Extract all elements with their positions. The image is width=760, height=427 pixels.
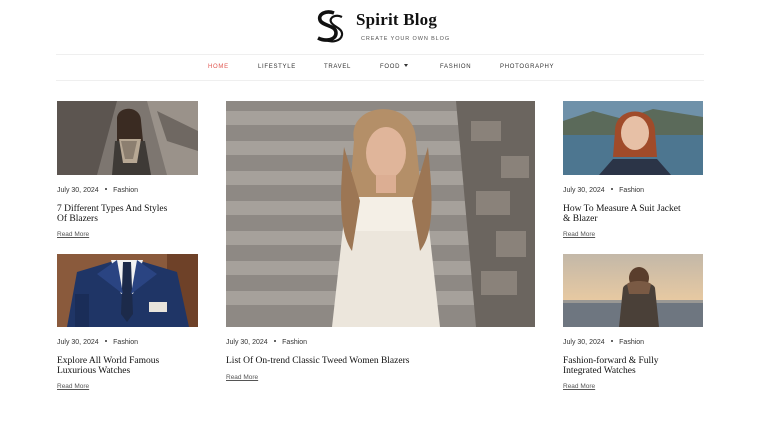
nav-item-fashion[interactable]: FASHION (440, 64, 471, 70)
post-category[interactable]: Fashion (282, 339, 307, 346)
post-title-line: Of Blazers (57, 214, 98, 224)
nav-item-food-label: FOOD (380, 64, 401, 70)
post-title-line: & Blazer (563, 214, 598, 224)
post-category[interactable]: Fashion (619, 339, 644, 346)
post-title[interactable]: 7 Different Types And Styles Of Blazers (57, 204, 207, 224)
post-category[interactable]: Fashion (113, 187, 138, 194)
site-title[interactable]: Spirit Blog (356, 10, 437, 30)
post-meta: July 30, 2024 Fashion (226, 339, 307, 346)
separator-dot (273, 339, 277, 342)
woman-on-steps-photo[interactable] (226, 101, 535, 327)
post-title-line: Explore All World Famous (57, 356, 160, 366)
caret-down-icon[interactable] (404, 64, 409, 67)
nav-item-lifestyle[interactable]: LIFESTYLE (258, 64, 296, 70)
post-title[interactable]: List Of On-trend Classic Tweed Women Bla… (226, 356, 535, 366)
nav-divider-bottom (56, 80, 704, 81)
post-date: July 30, 2024 (563, 339, 605, 346)
post-title-line: Fashion-forward & Fully (563, 356, 659, 366)
nav-item-photography[interactable]: PHOTOGRAPHY (500, 64, 554, 70)
post-date: July 30, 2024 (226, 339, 268, 346)
nav-item-home[interactable]: HOME (208, 64, 229, 70)
post-meta: July 30, 2024 Fashion (563, 339, 644, 346)
post-title-line: How To Measure A Suit Jacket (563, 204, 681, 214)
nav-item-travel[interactable]: TRAVEL (324, 64, 351, 70)
site-tagline: CREATE YOUR OWN BLOG (361, 36, 451, 42)
post-title-line: List Of On-trend Classic Tweed Women Bla… (226, 356, 410, 366)
nav-item-food[interactable]: FOOD (380, 64, 409, 70)
person-at-sea-photo[interactable] (563, 254, 703, 327)
post-category[interactable]: Fashion (619, 187, 644, 194)
separator-dot (104, 339, 108, 342)
post-meta: July 30, 2024 Fashion (57, 187, 138, 194)
separator-dot (610, 339, 614, 342)
post-category[interactable]: Fashion (113, 339, 138, 346)
read-more-link[interactable]: Read More (226, 374, 258, 381)
separator-dot (104, 187, 108, 190)
read-more-link[interactable]: Read More (563, 383, 595, 390)
red-haired-woman-photo[interactable] (563, 101, 703, 175)
post-title[interactable]: How To Measure A Suit Jacket & Blazer (563, 204, 713, 224)
post-meta: July 30, 2024 Fashion (563, 187, 644, 194)
separator-dot (610, 187, 614, 190)
post-title[interactable]: Fashion-forward & Fully Integrated Watche… (563, 356, 713, 376)
site-header: Spirit Blog CREATE YOUR OWN BLOG (0, 0, 760, 54)
post-title-line: Luxurious Watches (57, 366, 131, 376)
post-title-line: 7 Different Types And Styles (57, 204, 168, 214)
post-meta: July 30, 2024 Fashion (57, 339, 138, 346)
post-date: July 30, 2024 (57, 339, 99, 346)
read-more-link[interactable]: Read More (57, 383, 89, 390)
main-nav: HOME LIFESTYLE TRAVEL FOOD FASHION PHOTO… (0, 55, 760, 80)
post-title-line: Integrated Watches (563, 366, 636, 376)
ss-monogram-icon[interactable] (312, 8, 348, 46)
read-more-link[interactable]: Read More (57, 231, 89, 238)
post-date: July 30, 2024 (57, 187, 99, 194)
read-more-link[interactable]: Read More (563, 231, 595, 238)
woman-in-scarf-photo[interactable] (57, 101, 198, 175)
man-in-suit-photo[interactable] (57, 254, 198, 327)
post-date: July 30, 2024 (563, 187, 605, 194)
post-title[interactable]: Explore All World Famous Luxurious Watche… (57, 356, 207, 376)
